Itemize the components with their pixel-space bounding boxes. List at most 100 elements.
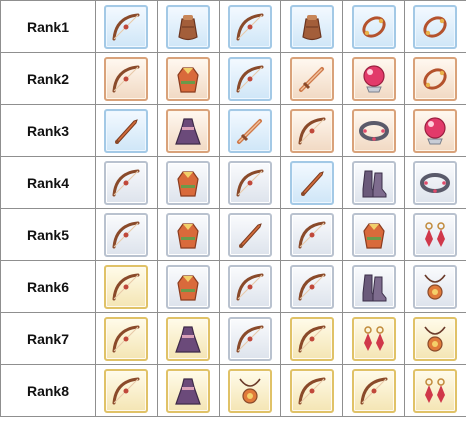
rank-row: Rank1 <box>0 0 466 53</box>
earring-icon[interactable] <box>413 368 458 413</box>
bow-icon[interactable] <box>289 212 334 257</box>
equipment-slot[interactable] <box>95 104 158 157</box>
rank-label: Rank4 <box>0 156 96 209</box>
equipment-slot[interactable] <box>280 312 344 365</box>
equipment-slot[interactable] <box>156 156 220 209</box>
bow-icon[interactable] <box>227 56 272 101</box>
pendant-icon[interactable] <box>227 368 272 413</box>
orb-icon[interactable] <box>351 56 396 101</box>
equipment-slot[interactable] <box>342 260 405 313</box>
equipment-slot[interactable] <box>95 156 158 209</box>
equipment-slot[interactable] <box>403 364 466 417</box>
bow-icon[interactable] <box>289 108 334 153</box>
equipment-slot[interactable] <box>156 364 220 417</box>
equipment-slot[interactable] <box>403 104 466 157</box>
dress-icon[interactable] <box>166 108 211 153</box>
bow-icon[interactable] <box>104 368 149 413</box>
equipment-slot[interactable] <box>218 312 282 365</box>
equipment-slot[interactable] <box>403 52 466 105</box>
bow-icon[interactable] <box>227 264 272 309</box>
dagger-icon[interactable] <box>104 108 149 153</box>
equipment-slot[interactable] <box>342 156 405 209</box>
bow-icon[interactable] <box>104 160 149 205</box>
equipment-slot[interactable] <box>156 52 220 105</box>
equipment-slot[interactable] <box>95 208 158 261</box>
boots-icon[interactable] <box>351 160 396 205</box>
equipment-slot[interactable] <box>280 0 344 53</box>
bow-icon[interactable] <box>227 160 272 205</box>
equipment-slot[interactable] <box>280 364 344 417</box>
equipment-slot[interactable] <box>403 0 466 53</box>
equipment-slot[interactable] <box>95 312 158 365</box>
equipment-slot[interactable] <box>156 208 220 261</box>
bow-icon[interactable] <box>227 316 272 361</box>
equipment-slot[interactable] <box>403 208 466 261</box>
bow-icon[interactable] <box>104 56 149 101</box>
equipment-slot[interactable] <box>156 312 220 365</box>
equipment-slot[interactable] <box>218 364 282 417</box>
equipment-slot[interactable] <box>218 52 282 105</box>
equipment-slot[interactable] <box>156 104 220 157</box>
dress-icon[interactable] <box>166 368 211 413</box>
pouch-icon[interactable] <box>289 4 334 49</box>
bracelet-icon[interactable] <box>413 4 458 49</box>
equipment-slot[interactable] <box>95 364 158 417</box>
equipment-slot[interactable] <box>403 312 466 365</box>
equipment-slot[interactable] <box>218 260 282 313</box>
equipment-slot[interactable] <box>218 104 282 157</box>
earring-icon[interactable] <box>351 316 396 361</box>
equipment-slot[interactable] <box>342 364 405 417</box>
equipment-slot[interactable] <box>218 0 282 53</box>
equipment-slot[interactable] <box>342 52 405 105</box>
bow-icon[interactable] <box>104 264 149 309</box>
equipment-slot[interactable] <box>156 260 220 313</box>
equipment-slot[interactable] <box>95 52 158 105</box>
equipment-slot[interactable] <box>95 260 158 313</box>
bow-icon[interactable] <box>351 368 396 413</box>
equipment-slot[interactable] <box>403 260 466 313</box>
collar-icon[interactable] <box>351 108 396 153</box>
bow-icon[interactable] <box>104 212 149 257</box>
sword-icon[interactable] <box>227 108 272 153</box>
equipment-slot[interactable] <box>342 208 405 261</box>
bow-icon[interactable] <box>289 316 334 361</box>
equipment-slot[interactable] <box>218 156 282 209</box>
equipment-slot[interactable] <box>218 208 282 261</box>
dagger-icon[interactable] <box>289 160 334 205</box>
equipment-slot[interactable] <box>280 104 344 157</box>
equipment-slot[interactable] <box>95 0 158 53</box>
bracelet-icon[interactable] <box>413 56 458 101</box>
rank-row: Rank3 <box>0 104 466 157</box>
dress-icon[interactable] <box>166 316 211 361</box>
pouch-icon[interactable] <box>166 4 211 49</box>
equipment-slot[interactable] <box>280 208 344 261</box>
bow-icon[interactable] <box>289 264 334 309</box>
robe-icon[interactable] <box>166 56 211 101</box>
equipment-slot[interactable] <box>403 156 466 209</box>
equipment-slot[interactable] <box>280 156 344 209</box>
bow-icon[interactable] <box>104 316 149 361</box>
equipment-slot[interactable] <box>342 104 405 157</box>
robe-icon[interactable] <box>166 160 211 205</box>
equipment-slot[interactable] <box>342 0 405 53</box>
bracelet-icon[interactable] <box>351 4 396 49</box>
pendant-icon[interactable] <box>413 264 458 309</box>
equipment-slot[interactable] <box>280 52 344 105</box>
rank-label: Rank6 <box>0 260 96 313</box>
earring-icon[interactable] <box>413 212 458 257</box>
equipment-slot[interactable] <box>342 312 405 365</box>
orb-icon[interactable] <box>413 108 458 153</box>
robe-icon[interactable] <box>166 264 211 309</box>
bow-icon[interactable] <box>227 4 272 49</box>
pendant-icon[interactable] <box>413 316 458 361</box>
dagger-icon[interactable] <box>227 212 272 257</box>
bow-icon[interactable] <box>289 368 334 413</box>
robe-icon[interactable] <box>166 212 211 257</box>
sword-icon[interactable] <box>289 56 334 101</box>
boots-icon[interactable] <box>351 264 396 309</box>
robe-icon[interactable] <box>351 212 396 257</box>
bow-icon[interactable] <box>104 4 149 49</box>
equipment-slot[interactable] <box>280 260 344 313</box>
collar-icon[interactable] <box>413 160 458 205</box>
equipment-slot[interactable] <box>156 0 220 53</box>
